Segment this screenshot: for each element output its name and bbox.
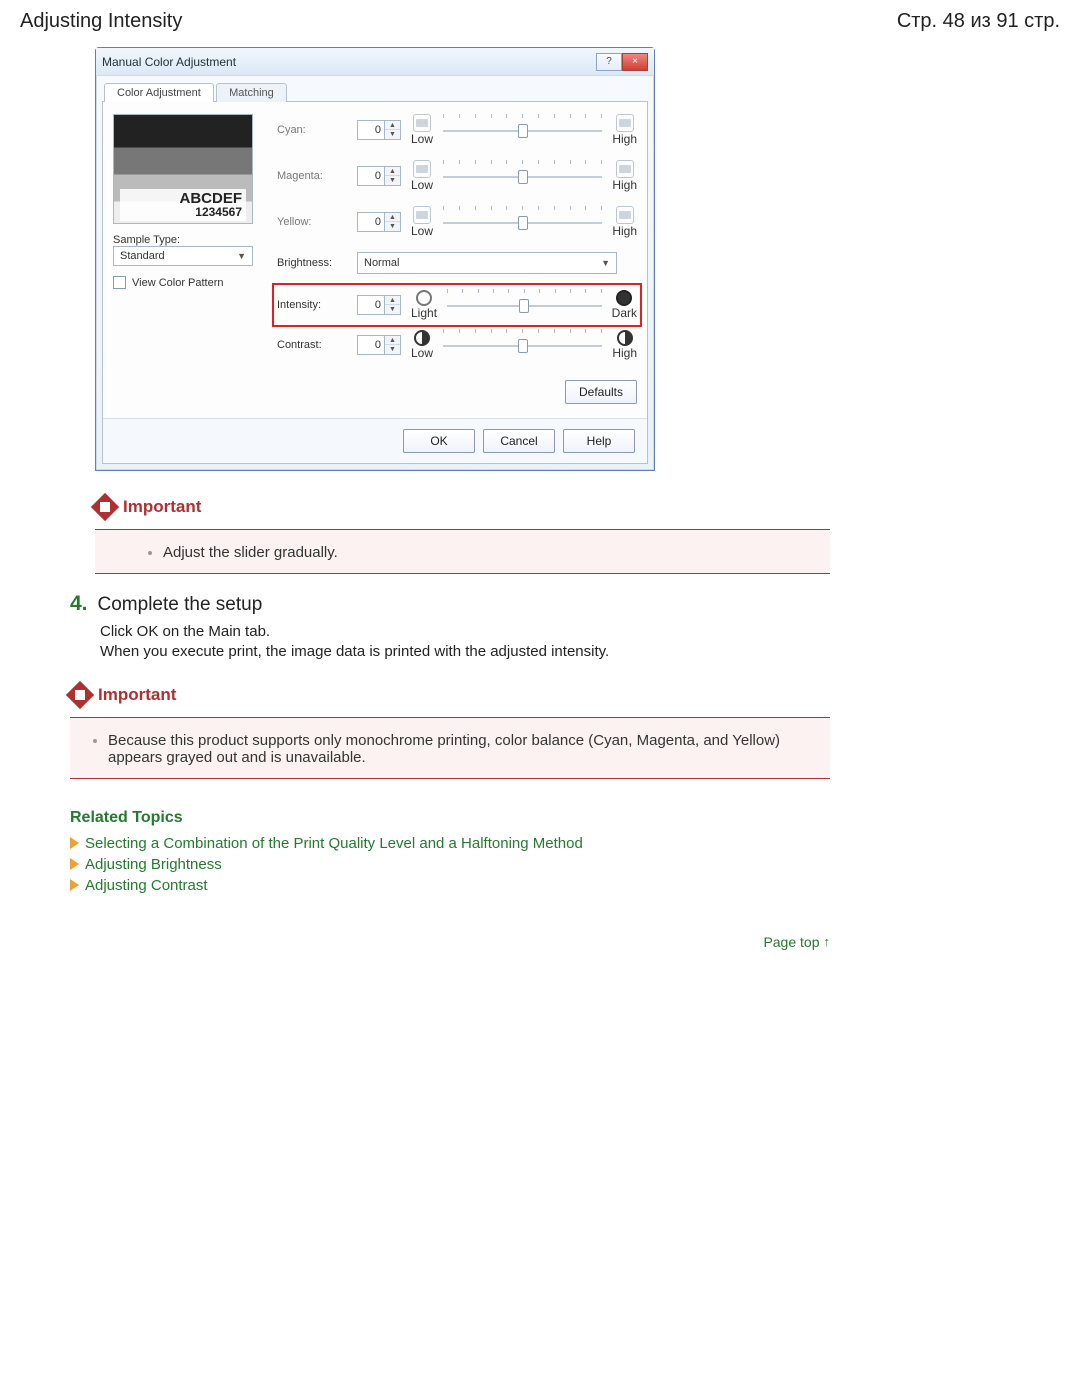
help-titlebar-button[interactable]: ? <box>596 53 622 71</box>
sample-type-select[interactable]: Standard ▼ <box>113 246 253 266</box>
tab-matching[interactable]: Matching <box>216 83 287 102</box>
arrow-right-icon <box>70 858 79 870</box>
contrast-label: Contrast: <box>277 339 347 351</box>
related-topics-heading: Related Topics <box>70 809 830 827</box>
contrast-slider[interactable] <box>443 335 602 355</box>
important-box-2: Because this product supports only monoc… <box>70 717 830 779</box>
important-heading: Important <box>95 497 830 523</box>
intensity-low-label: Light <box>411 306 437 320</box>
cyan-spinner[interactable]: ▲▼ <box>357 120 401 140</box>
cyan-value[interactable] <box>358 121 384 139</box>
high-swatch-icon <box>616 114 634 132</box>
manual-color-adjustment-dialog: Manual Color Adjustment ? × Color Adjust… <box>95 47 655 471</box>
important-box-1: Adjust the slider gradually. <box>95 529 830 574</box>
important-icon <box>91 493 119 521</box>
magenta-value[interactable] <box>358 167 384 185</box>
yellow-spinner[interactable]: ▲▼ <box>357 212 401 232</box>
intensity-high-label: Dark <box>612 306 637 320</box>
dialog-title: Manual Color Adjustment <box>102 55 236 69</box>
contrast-high-label: High <box>612 346 637 360</box>
magenta-slider[interactable] <box>443 166 602 186</box>
view-color-pattern-label: View Color Pattern <box>132 277 224 289</box>
cyan-slider[interactable] <box>443 120 602 140</box>
chevron-down-icon: ▼ <box>237 251 246 261</box>
important-item: Adjust the slider gradually. <box>163 544 814 561</box>
important-icon <box>66 680 94 708</box>
contrast-value[interactable] <box>358 336 384 354</box>
step-title: Complete the setup <box>98 594 263 616</box>
arrow-right-icon <box>70 879 79 891</box>
magenta-label: Magenta: <box>277 170 347 182</box>
magenta-spinner[interactable]: ▲▼ <box>357 166 401 186</box>
yellow-value[interactable] <box>358 213 384 231</box>
spinner-up-icon[interactable]: ▲ <box>385 121 400 130</box>
arrow-right-icon <box>70 837 79 849</box>
page-title: Adjusting Intensity <box>20 10 182 33</box>
cancel-button[interactable]: Cancel <box>483 429 555 453</box>
intensity-label: Intensity: <box>277 299 347 311</box>
intensity-row-highlight: Intensity: ▲▼ Light Dark <box>273 284 641 326</box>
intensity-spinner[interactable]: ▲▼ <box>357 295 401 315</box>
related-link-1[interactable]: Adjusting Brightness <box>70 856 830 873</box>
brightness-value: Normal <box>364 257 399 269</box>
cyan-high-label: High <box>612 132 637 146</box>
yellow-label: Yellow: <box>277 216 347 228</box>
cyan-low-label: Low <box>411 132 433 146</box>
low-contrast-icon <box>414 330 430 346</box>
low-swatch-icon <box>413 114 431 132</box>
cyan-label: Cyan: <box>277 124 347 136</box>
defaults-button[interactable]: Defaults <box>565 380 637 404</box>
arrow-up-icon: ↑ <box>824 934 831 949</box>
spinner-down-icon[interactable]: ▼ <box>385 130 400 139</box>
page-counter: Стр. 48 из 91 стр. <box>897 10 1060 33</box>
brightness-label: Brightness: <box>277 257 347 269</box>
sample-type-label: Sample Type: <box>113 234 263 246</box>
chevron-down-icon: ▼ <box>601 258 610 268</box>
light-icon <box>416 290 432 306</box>
dark-icon <box>616 290 632 306</box>
ok-button[interactable]: OK <box>403 429 475 453</box>
close-button[interactable]: × <box>622 53 648 71</box>
help-button[interactable]: Help <box>563 429 635 453</box>
view-color-pattern-checkbox[interactable]: View Color Pattern <box>113 276 263 289</box>
related-link-0[interactable]: Selecting a Combination of the Print Qua… <box>70 835 830 852</box>
important-heading-2: Important <box>70 685 830 711</box>
preview-numbers: 1234567 <box>124 206 242 219</box>
step-number: 4. <box>70 592 88 616</box>
tab-color-adjustment[interactable]: Color Adjustment <box>104 83 214 102</box>
contrast-low-label: Low <box>411 346 433 360</box>
contrast-spinner[interactable]: ▲▼ <box>357 335 401 355</box>
page-top-link[interactable]: Page top ↑ <box>70 934 830 950</box>
intensity-value[interactable] <box>358 296 384 314</box>
intensity-slider[interactable] <box>447 295 602 315</box>
high-contrast-icon <box>617 330 633 346</box>
sample-type-value: Standard <box>120 250 165 262</box>
yellow-slider[interactable] <box>443 212 602 232</box>
important-item: Because this product supports only monoc… <box>108 732 814 766</box>
related-link-2[interactable]: Adjusting Contrast <box>70 877 830 894</box>
checkbox-box <box>113 276 126 289</box>
brightness-select[interactable]: Normal ▼ <box>357 252 617 274</box>
preview-letters: ABCDEF <box>180 190 243 207</box>
preview-image: ABCDEF 1234567 <box>113 114 253 224</box>
step-body: Click OK on the Main tab. When you execu… <box>100 622 830 663</box>
